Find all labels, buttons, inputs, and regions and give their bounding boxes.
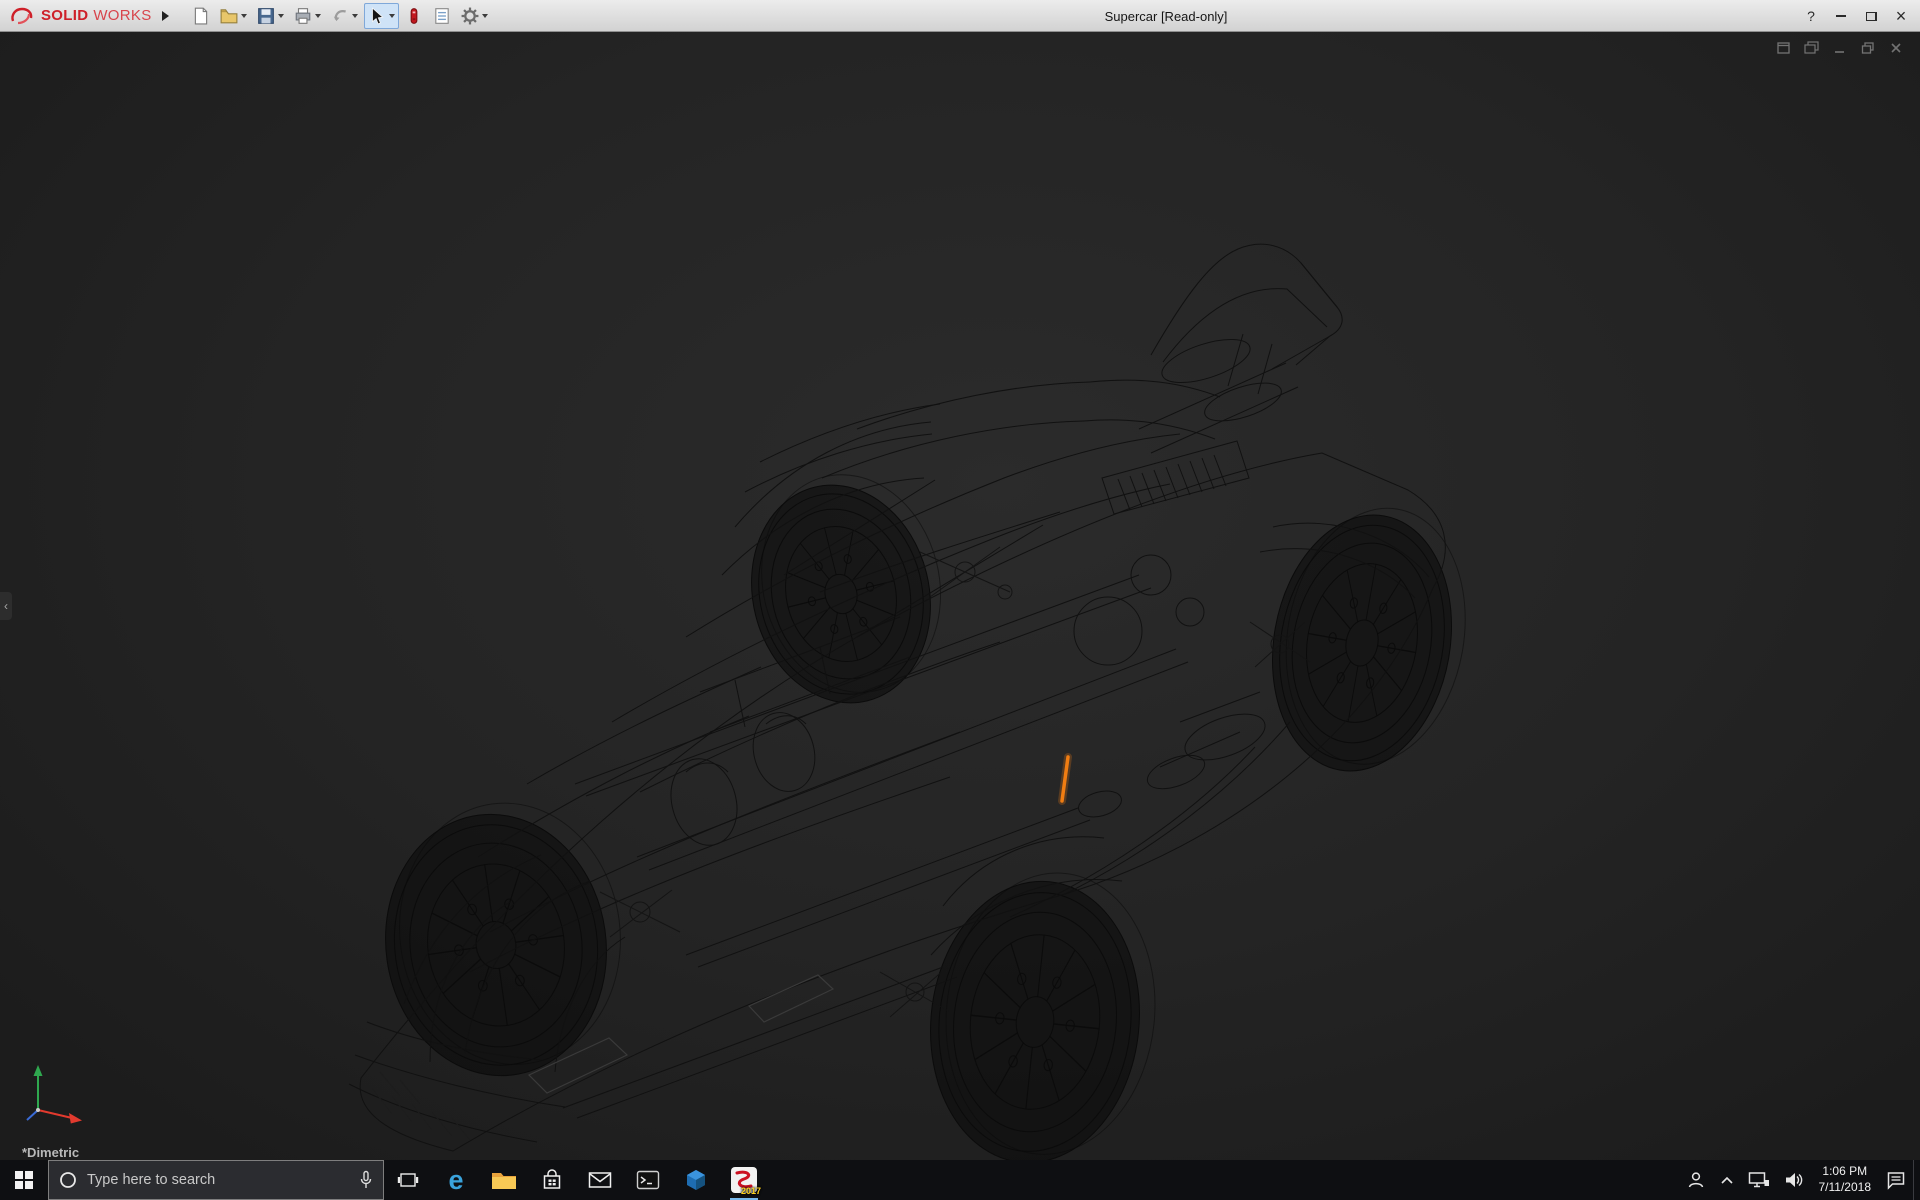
doc-close-button[interactable] bbox=[1886, 40, 1906, 56]
rebuild-icon bbox=[405, 7, 423, 25]
brand-text-light: WORKS bbox=[93, 7, 151, 24]
hidden-icons-button[interactable] bbox=[1713, 1160, 1741, 1200]
view-orientation-label: *Dimetric bbox=[22, 1145, 79, 1160]
console-icon bbox=[636, 1170, 660, 1190]
save-icon bbox=[257, 7, 275, 25]
gear-icon bbox=[461, 7, 479, 25]
search-input[interactable] bbox=[87, 1172, 349, 1188]
solidworks-brand: SOLID WORKS bbox=[0, 0, 158, 31]
window-controls: ? × bbox=[1796, 0, 1916, 32]
ds-logo-icon bbox=[10, 6, 36, 26]
file-properties-icon bbox=[433, 7, 451, 25]
print-button[interactable] bbox=[290, 3, 325, 29]
taskbar-app-solidworks[interactable]: 2017 bbox=[720, 1160, 768, 1200]
taskbar-app-edge[interactable]: e bbox=[432, 1160, 480, 1200]
taskbar-app-cube[interactable] bbox=[672, 1160, 720, 1200]
network-icon bbox=[1748, 1171, 1770, 1189]
windows-logo-icon bbox=[15, 1171, 33, 1189]
taskbar-clock[interactable]: 1:06 PM 7/11/2018 bbox=[1811, 1164, 1880, 1195]
action-center-button[interactable] bbox=[1879, 1160, 1913, 1200]
toolbar-flyout-button[interactable] bbox=[158, 4, 174, 28]
file-properties-button[interactable] bbox=[429, 3, 455, 29]
file-explorer-icon bbox=[491, 1169, 517, 1191]
dropdown-caret[interactable] bbox=[482, 14, 488, 18]
options-button[interactable] bbox=[457, 3, 492, 29]
select-button[interactable] bbox=[364, 3, 399, 29]
undo-button[interactable] bbox=[327, 3, 362, 29]
standard-toolbar bbox=[188, 0, 492, 31]
open-button[interactable] bbox=[216, 3, 251, 29]
minimize-button[interactable] bbox=[1826, 3, 1856, 29]
wireframe-car-model bbox=[0, 32, 1920, 1160]
microphone-icon[interactable] bbox=[359, 1170, 373, 1190]
people-icon bbox=[1686, 1170, 1706, 1190]
chevron-up-icon bbox=[1720, 1175, 1734, 1185]
task-view-icon bbox=[397, 1171, 419, 1189]
select-cursor-icon bbox=[368, 7, 386, 25]
coordinate-triad-icon bbox=[24, 1062, 94, 1126]
window-title: Supercar [Read-only] bbox=[1105, 0, 1228, 32]
system-tray: 1:06 PM 7/11/2018 bbox=[1679, 1160, 1920, 1200]
clock-date: 7/11/2018 bbox=[1819, 1180, 1872, 1196]
taskbar-app-mail[interactable] bbox=[576, 1160, 624, 1200]
print-icon bbox=[294, 7, 312, 25]
store-icon bbox=[541, 1169, 563, 1191]
taskbar-app-store[interactable] bbox=[528, 1160, 576, 1200]
clock-time: 1:06 PM bbox=[1819, 1164, 1872, 1180]
new-window-button[interactable] bbox=[1774, 40, 1794, 56]
action-center-icon bbox=[1886, 1170, 1906, 1190]
new-document-button[interactable] bbox=[188, 3, 214, 29]
rebuild-button[interactable] bbox=[401, 3, 427, 29]
cortana-icon bbox=[59, 1171, 77, 1189]
open-folder-icon bbox=[220, 7, 238, 25]
solidworks-app-icon: 2017 bbox=[730, 1166, 758, 1194]
feature-panel-flyout-tab[interactable]: ‹ bbox=[0, 592, 12, 620]
people-button[interactable] bbox=[1679, 1160, 1713, 1200]
graphics-viewport[interactable]: *Dimetric ‹ bbox=[0, 32, 1920, 1160]
network-button[interactable] bbox=[1741, 1160, 1777, 1200]
flyout-arrow-icon bbox=[162, 11, 169, 21]
dropdown-caret[interactable] bbox=[315, 14, 321, 18]
document-window-controls bbox=[1774, 40, 1906, 56]
dropdown-caret[interactable] bbox=[389, 14, 395, 18]
dropdown-caret[interactable] bbox=[241, 14, 247, 18]
start-button[interactable] bbox=[0, 1160, 48, 1200]
cube-app-icon bbox=[684, 1168, 708, 1192]
cascade-windows-button[interactable] bbox=[1802, 40, 1822, 56]
new-document-icon bbox=[192, 7, 210, 25]
dropdown-caret[interactable] bbox=[352, 14, 358, 18]
close-button[interactable]: × bbox=[1886, 3, 1916, 29]
speaker-icon bbox=[1784, 1171, 1804, 1189]
taskbar-app-file-explorer[interactable] bbox=[480, 1160, 528, 1200]
task-view-button[interactable] bbox=[384, 1160, 432, 1200]
windows-taskbar: e bbox=[0, 1160, 1920, 1200]
doc-minimize-button[interactable] bbox=[1830, 40, 1850, 56]
show-desktop-button[interactable] bbox=[1913, 1160, 1920, 1200]
taskbar-search-box[interactable] bbox=[48, 1160, 384, 1200]
volume-button[interactable] bbox=[1777, 1160, 1811, 1200]
restore-button[interactable] bbox=[1856, 3, 1886, 29]
undo-icon bbox=[331, 7, 349, 25]
solidworks-version-badge: 2017 bbox=[741, 1186, 761, 1196]
mail-icon bbox=[588, 1171, 612, 1189]
save-button[interactable] bbox=[253, 3, 288, 29]
help-button[interactable]: ? bbox=[1796, 3, 1826, 29]
edge-icon: e bbox=[448, 1167, 463, 1194]
minimize-icon bbox=[1836, 15, 1846, 17]
restore-icon bbox=[1866, 12, 1877, 21]
app-titlebar: SOLID WORKS bbox=[0, 0, 1920, 32]
brand-text-bold: SOLID bbox=[41, 7, 88, 24]
selected-edge bbox=[1062, 757, 1068, 801]
taskbar-app-console[interactable] bbox=[624, 1160, 672, 1200]
doc-restore-button[interactable] bbox=[1858, 40, 1878, 56]
dropdown-caret[interactable] bbox=[278, 14, 284, 18]
